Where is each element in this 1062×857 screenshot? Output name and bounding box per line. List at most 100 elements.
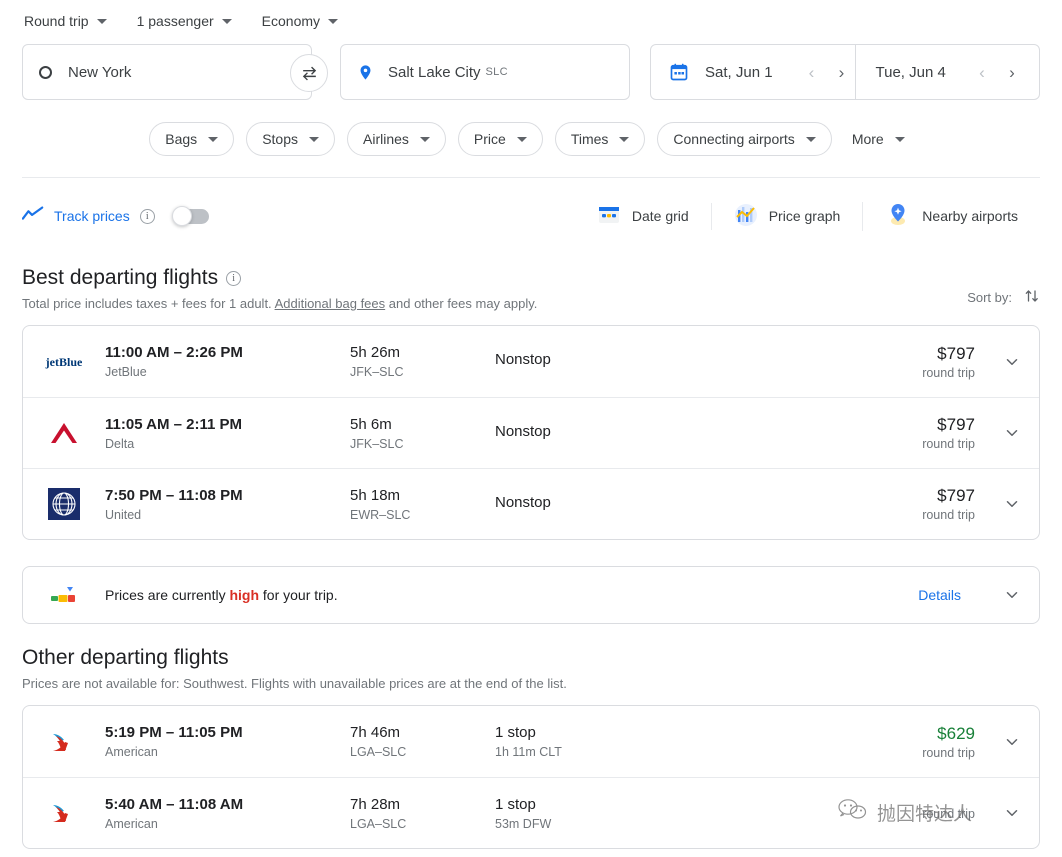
nearby-airports-label: Nearby airports: [922, 208, 1018, 224]
destination-input[interactable]: Salt Lake City SLC: [340, 44, 630, 100]
best-section-header: Best departing flights i Total price inc…: [22, 244, 1040, 311]
return-date-value: Tue, Jun 4: [875, 63, 946, 81]
flight-airline: American: [105, 816, 158, 831]
track-prices-label[interactable]: Track prices: [54, 208, 130, 224]
other-departing-section: Other departing flights Prices are not a…: [0, 624, 1062, 691]
date-grid-icon: [597, 203, 621, 230]
sort-by-button[interactable]: Sort by:: [967, 266, 1040, 307]
filter-chip-times[interactable]: Times: [554, 122, 646, 156]
additional-bag-fees-link[interactable]: Additional bag fees: [275, 296, 386, 311]
info-icon[interactable]: i: [139, 208, 155, 224]
expand-flight-button[interactable]: [1001, 353, 1023, 371]
cabin-class-selector[interactable]: Economy: [260, 9, 340, 33]
departure-prev-day-button[interactable]: ‹: [799, 59, 825, 85]
subtitle-after: and other fees may apply.: [385, 296, 538, 311]
united-logo: [23, 488, 105, 520]
filter-chip-stops[interactable]: Stops: [246, 122, 335, 156]
date-grid-button[interactable]: Date grid: [575, 203, 711, 230]
filter-chip-label: More: [851, 131, 884, 147]
flight-route: EWR–SLC: [350, 507, 411, 522]
table-row[interactable]: 5:19 PM – 11:05 PM American 7h 46m LGA–S…: [23, 706, 1039, 777]
chevron-down-icon: [328, 18, 339, 24]
expand-banner-button[interactable]: [1001, 586, 1023, 604]
filter-chip-more[interactable]: More: [843, 122, 913, 156]
price-graph-button[interactable]: Price graph: [710, 202, 863, 230]
table-row[interactable]: 7:50 PM – 11:08 PM United 5h 18m EWR–SLC…: [23, 468, 1039, 539]
filter-chip-label: Stops: [262, 131, 298, 147]
flight-route: JFK–SLC: [350, 365, 404, 379]
flight-price-cell: $629 round trip: [922, 724, 1001, 760]
track-prices-toggle[interactable]: [171, 205, 209, 226]
return-next-day-button[interactable]: ›: [999, 59, 1025, 85]
cabin-class-label: Economy: [261, 13, 321, 29]
origin-destination-group: New York Salt Lake City SLC: [22, 44, 630, 102]
chevron-down-icon: [894, 136, 905, 142]
flight-route: LGA–SLC: [350, 816, 407, 831]
expand-flight-button[interactable]: [1001, 424, 1023, 442]
other-section-subtitle: Prices are not available for: Southwest.…: [22, 676, 567, 691]
flight-times: 11:05 AM – 2:11 PM: [105, 415, 243, 433]
search-bar: New York Salt Lake City SLC Sat, Jun 1 ‹…: [0, 44, 1062, 102]
chevron-down-icon: [208, 136, 219, 142]
departure-date-field[interactable]: Sat, Jun 1 ‹ ›: [705, 45, 855, 99]
flight-price-sub: round trip: [922, 745, 975, 760]
departure-date-value: Sat, Jun 1: [705, 63, 773, 81]
filter-chip-connecting-airports[interactable]: Connecting airports: [657, 122, 832, 156]
swap-button[interactable]: [290, 54, 328, 92]
origin-value: New York: [68, 63, 132, 81]
table-row[interactable]: 11:05 AM – 2:11 PM Delta 5h 6m JFK–SLC N…: [23, 397, 1039, 468]
chevron-down-icon: [221, 18, 232, 24]
price-insight-text: Prices are currently high for your trip.: [105, 587, 338, 603]
flight-airline: United: [105, 507, 142, 522]
return-prev-day-button[interactable]: ‹: [969, 59, 995, 85]
page-title: Best departing flights: [22, 266, 219, 289]
expand-flight-button[interactable]: [1001, 495, 1023, 513]
flight-times-cell: 7:50 PM – 11:08 PM United: [105, 487, 350, 522]
flight-duration: 7h 46m: [350, 724, 401, 741]
trip-type-label: Round trip: [24, 13, 89, 29]
nearby-airports-button[interactable]: Nearby airports: [862, 201, 1040, 231]
flight-duration: 5h 26m: [350, 344, 401, 361]
tools-bar: Track prices i Date grid Price graph Nea…: [0, 188, 1062, 244]
filter-chip-label: Bags: [165, 131, 198, 147]
flight-price-sub: round trip: [922, 437, 975, 451]
info-icon[interactable]: i: [226, 270, 242, 286]
sort-icon: [1024, 288, 1040, 307]
chevron-down-icon: [309, 136, 319, 142]
date-grid-label: Date grid: [631, 208, 689, 224]
subtitle-before: Total price includes taxes + fees for 1 …: [22, 296, 275, 311]
flight-stops-detail: 53m DFW: [495, 816, 552, 831]
destination-code: SLC: [485, 66, 508, 78]
flight-stops: Nonstop: [495, 493, 551, 511]
flight-search-page: Round trip 1 passenger Economy New York: [0, 0, 1062, 857]
return-date-nav: ‹ ›: [969, 59, 1025, 85]
banner-text-after: for your trip.: [259, 587, 338, 603]
price-details-link[interactable]: Details: [918, 587, 1001, 603]
origin-circle-icon: [39, 65, 52, 79]
return-date-field[interactable]: Tue, Jun 4 ‹ ›: [854, 45, 1026, 99]
flight-times: 5:40 AM – 11:08 AM: [105, 795, 244, 813]
expand-flight-button[interactable]: [1001, 733, 1023, 751]
american-logo: [23, 725, 105, 759]
svg-text:jetBlue: jetBlue: [45, 355, 83, 369]
filter-chip-price[interactable]: Price: [457, 122, 543, 156]
origin-input[interactable]: New York: [22, 44, 312, 100]
flight-stops-cell: 1 stop 1h 11m CLT: [495, 724, 710, 759]
table-row[interactable]: jetBlue 11:00 AM – 2:26 PM JetBlue 5h 26…: [23, 326, 1039, 397]
filter-chip-label: Price: [473, 131, 506, 147]
trip-type-selector[interactable]: Round trip: [22, 9, 109, 33]
tools-right-group: Date grid Price graph Nearby airports: [575, 201, 1040, 231]
flight-duration-cell: 5h 18m EWR–SLC: [350, 487, 495, 522]
location-pin-icon: [357, 62, 374, 83]
departure-next-day-button[interactable]: ›: [829, 59, 855, 85]
filter-chip-label: Times: [570, 131, 609, 147]
toggle-knob: [171, 205, 192, 226]
swap-icon: [302, 66, 316, 80]
filter-chip-airlines[interactable]: Airlines: [347, 122, 446, 156]
expand-flight-button[interactable]: [1001, 804, 1023, 822]
passengers-selector[interactable]: 1 passenger: [135, 9, 234, 33]
filter-chip-bags[interactable]: Bags: [149, 122, 235, 156]
section-divider: [22, 177, 1040, 178]
flight-times-cell: 5:19 PM – 11:05 PM American: [105, 724, 350, 759]
table-row[interactable]: 5:40 AM – 11:08 AM American 7h 28m LGA–S…: [23, 777, 1039, 848]
